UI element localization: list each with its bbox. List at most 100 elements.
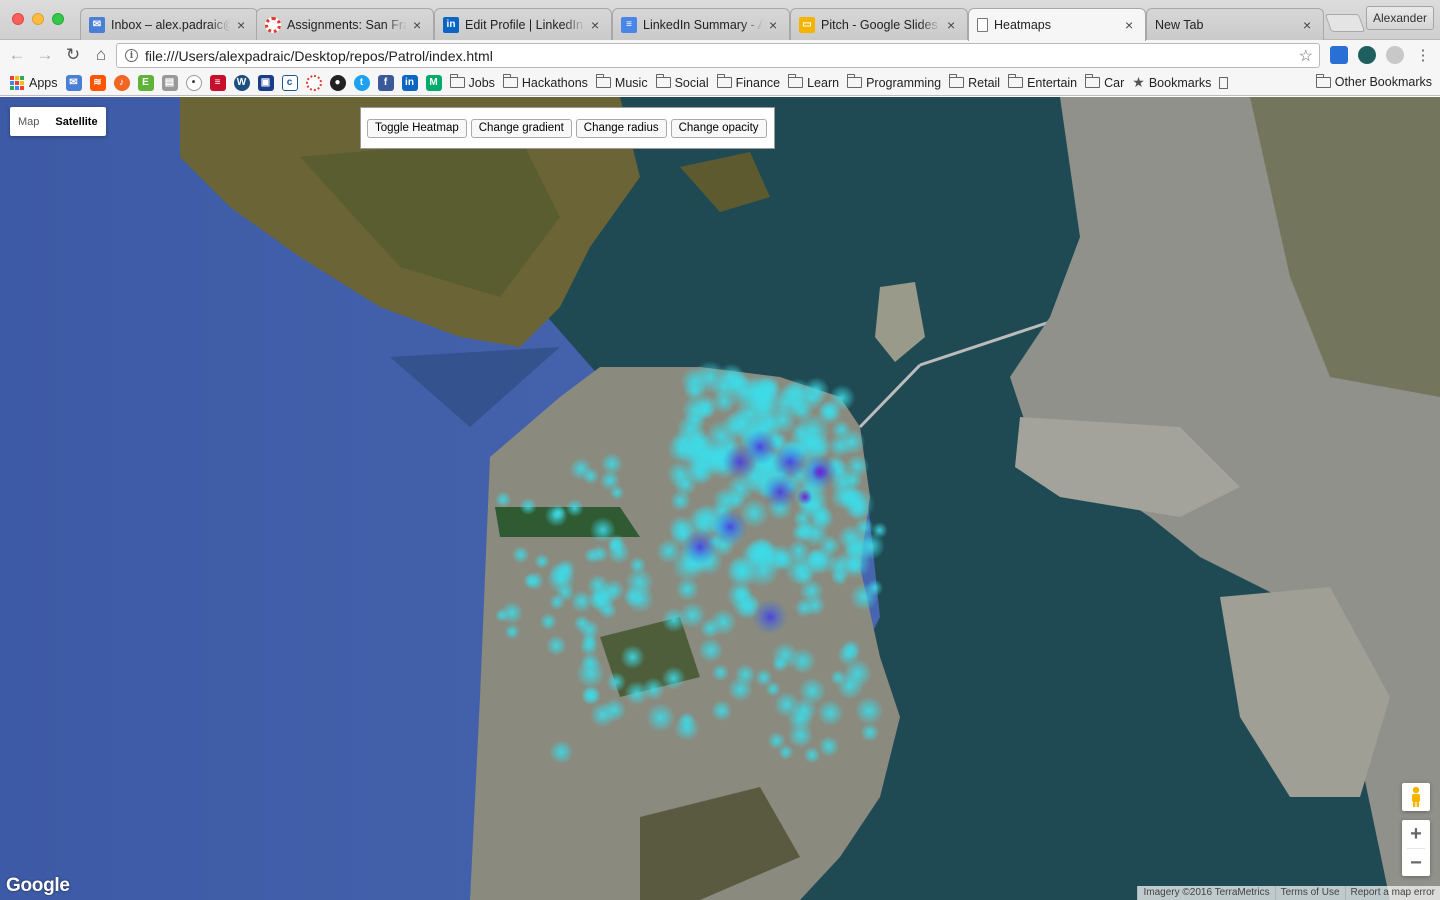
- extension-cloud-icon[interactable]: [1386, 46, 1404, 64]
- map-type-satellite-button[interactable]: Satellite: [47, 107, 105, 136]
- bookmark-folder-learn[interactable]: Learn: [788, 74, 839, 90]
- tab-inbox[interactable]: ✉ Inbox – alex.padraic@gmail.com ×: [80, 8, 258, 40]
- medium-bookmark-icon[interactable]: M: [425, 74, 442, 91]
- folder-label: Jobs: [468, 75, 495, 90]
- heatmap-point: [548, 593, 566, 611]
- bookmark-folder-finance[interactable]: Finance: [716, 74, 781, 90]
- heatmap-point: [599, 469, 621, 492]
- tab-heatmaps[interactable]: Heatmaps ×: [968, 8, 1146, 41]
- address-bar[interactable]: i file:///Users/alexpadraic/Desktop/repo…: [116, 43, 1320, 68]
- change-radius-button[interactable]: Change radius: [575, 118, 667, 138]
- heatmap-point: [573, 614, 591, 633]
- heatmap-point: [767, 543, 796, 572]
- calendar-bookmark-icon[interactable]: c: [281, 74, 298, 91]
- close-icon[interactable]: ×: [591, 18, 603, 32]
- change-opacity-button[interactable]: Change opacity: [670, 118, 767, 138]
- close-icon[interactable]: ×: [769, 18, 781, 32]
- other-bookmarks-folder[interactable]: Other Bookmarks: [1315, 73, 1432, 89]
- heatmap-point: [722, 444, 758, 480]
- news-bookmark-icon[interactable]: ▤: [161, 74, 178, 91]
- red-bookmark-icon[interactable]: ≡: [209, 74, 226, 91]
- info-icon[interactable]: i: [125, 49, 138, 62]
- apps-shortcut[interactable]: Apps: [10, 75, 58, 90]
- page-icon[interactable]: [1219, 76, 1229, 89]
- tab-pitch-slides[interactable]: ▭ Pitch - Google Slides ×: [790, 8, 968, 40]
- heatmap-point: [548, 739, 574, 765]
- bookmark-folder-entertain[interactable]: Entertain: [1008, 74, 1077, 90]
- menu-kebab-icon[interactable]: ⋮: [1412, 44, 1434, 66]
- minimize-window-button[interactable]: [32, 13, 44, 25]
- zoom-in-button[interactable]: +: [1402, 820, 1430, 848]
- blue-square-bookmark-icon[interactable]: ▣: [257, 74, 274, 91]
- change-gradient-button[interactable]: Change gradient: [470, 118, 572, 138]
- bookmark-folder-jobs[interactable]: Jobs: [449, 74, 495, 90]
- new-tab-button[interactable]: [1324, 14, 1366, 32]
- close-icon[interactable]: ×: [947, 18, 959, 32]
- bookmark-folder-retail[interactable]: Retail: [949, 74, 1000, 90]
- github-bookmark-icon[interactable]: ●: [329, 74, 346, 91]
- zoom-out-button[interactable]: −: [1402, 849, 1430, 877]
- wordpress-bookmark-icon[interactable]: W: [233, 74, 250, 91]
- close-icon[interactable]: ×: [413, 18, 425, 32]
- reddit-bookmark-icon[interactable]: •: [185, 74, 202, 91]
- heatmap-point: [816, 699, 845, 727]
- terms-of-use-link[interactable]: Terms of Use: [1274, 886, 1345, 900]
- tab-assignments[interactable]: Assignments: San Francisco ×: [256, 8, 434, 40]
- slides-icon: ▭: [799, 16, 815, 33]
- back-arrow-icon[interactable]: ←: [6, 44, 28, 66]
- heatmap-point: [533, 553, 551, 570]
- toggle-heatmap-button[interactable]: Toggle Heatmap: [367, 118, 467, 138]
- extension-v-icon[interactable]: [1330, 46, 1348, 64]
- bookmark-folder-hackathons[interactable]: Hackathons: [502, 74, 588, 90]
- folder-label: Finance: [735, 75, 781, 90]
- bookmark-bookmarks[interactable]: ★ Bookmarks: [1132, 74, 1211, 91]
- reload-icon[interactable]: ↻: [62, 44, 84, 66]
- heatmap-point: [794, 597, 815, 618]
- bookmarks-label: Bookmarks: [1148, 75, 1212, 90]
- music-bookmark-icon[interactable]: ♪: [113, 74, 130, 91]
- lifebuoy-bookmark-icon[interactable]: [305, 74, 322, 91]
- heatmap-point: [767, 731, 786, 751]
- close-window-button[interactable]: [12, 13, 24, 25]
- heatmap-point: [504, 623, 521, 640]
- heatmap-point: [710, 699, 733, 722]
- bookmark-star-icon[interactable]: ☆: [1299, 46, 1313, 66]
- gmail-bookmark-icon[interactable]: ✉: [65, 74, 82, 91]
- folder-icon: [595, 74, 611, 88]
- facebook-bookmark-icon[interactable]: f: [377, 74, 394, 91]
- bookmark-folder-car[interactable]: Car: [1085, 74, 1124, 90]
- folder-icon: [949, 74, 965, 88]
- map-type-map-button[interactable]: Map: [10, 107, 47, 136]
- twitter-bookmark-icon[interactable]: t: [353, 74, 370, 91]
- heatmap-point: [842, 658, 873, 689]
- map-attribution: Imagery ©2016 TerraMetrics Terms of Use …: [1137, 886, 1440, 900]
- close-icon[interactable]: ×: [1303, 18, 1315, 32]
- folder-icon: [502, 74, 518, 88]
- docs-icon: ≡: [621, 16, 637, 33]
- profile-button[interactable]: Alexander: [1366, 6, 1434, 30]
- linkedin-bookmark-icon[interactable]: in: [401, 74, 418, 91]
- heatmap-point: [569, 457, 593, 481]
- close-icon[interactable]: ×: [237, 18, 249, 32]
- soundcloud-bookmark-icon[interactable]: ≋: [89, 74, 106, 91]
- bookmark-folder-music[interactable]: Music: [595, 74, 648, 90]
- fullscreen-window-button[interactable]: [52, 13, 64, 25]
- close-icon[interactable]: ×: [1125, 18, 1137, 32]
- heatmap-point: [666, 460, 694, 489]
- map-canvas[interactable]: Map Satellite Toggle Heatmap Change grad…: [0, 97, 1440, 900]
- evernote-bookmark-icon[interactable]: E: [137, 74, 154, 91]
- forward-arrow-icon[interactable]: →: [34, 44, 56, 66]
- bookmark-folder-social[interactable]: Social: [655, 74, 709, 90]
- heatmap-point: [565, 498, 584, 518]
- report-map-error-link[interactable]: Report a map error: [1344, 886, 1440, 900]
- heatmap-point: [661, 666, 686, 691]
- bookmark-folder-programming[interactable]: Programming: [847, 74, 941, 90]
- tab-linkedin[interactable]: in Edit Profile | LinkedIn ×: [434, 8, 612, 40]
- tab-new-tab[interactable]: New Tab ×: [1146, 8, 1324, 40]
- tab-linkedin-summary[interactable]: ≡ LinkedIn Summary - Ab ×: [612, 8, 790, 40]
- url-text[interactable]: file:///Users/alexpadraic/Desktop/repos/…: [145, 48, 1299, 64]
- home-icon[interactable]: ⌂: [90, 44, 112, 66]
- street-view-pegman[interactable]: [1402, 783, 1430, 811]
- extension-shield-icon[interactable]: [1358, 46, 1376, 64]
- folder-label: Social: [674, 75, 709, 90]
